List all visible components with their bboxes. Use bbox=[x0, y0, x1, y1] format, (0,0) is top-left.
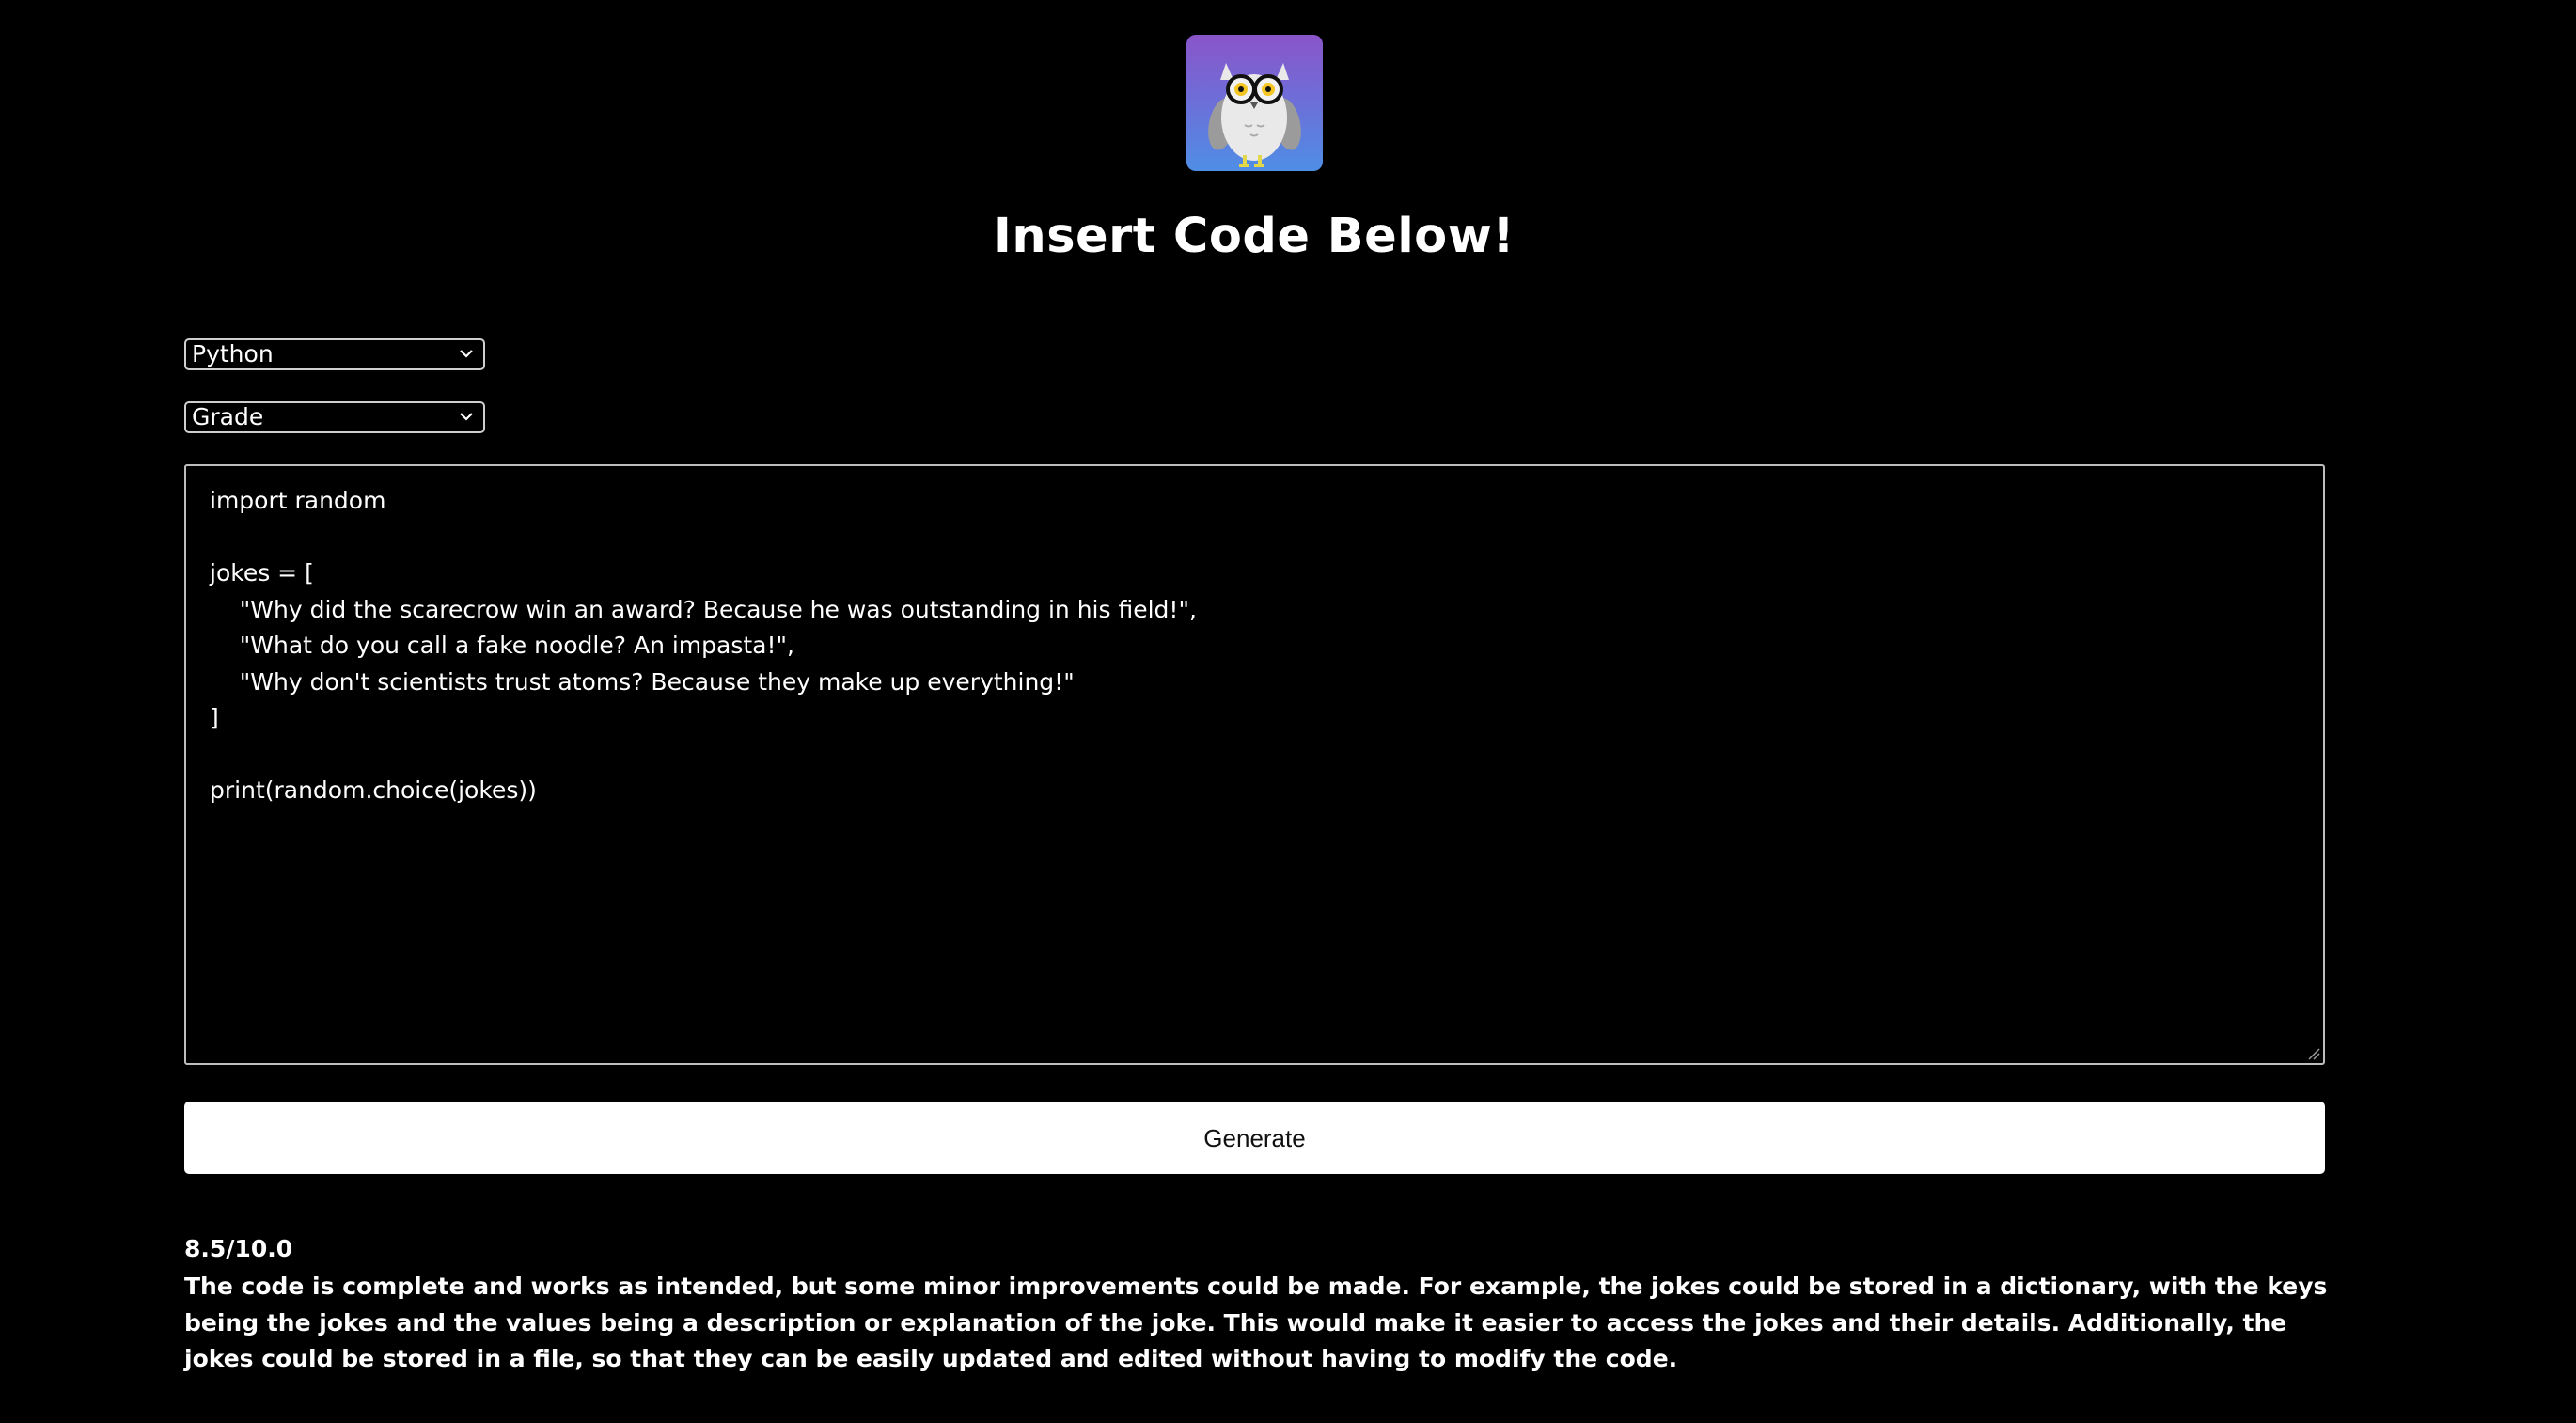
mode-select[interactable]: Grade bbox=[184, 401, 485, 433]
resize-grip-icon[interactable] bbox=[2307, 1047, 2320, 1060]
feedback-text: The code is complete and works as intend… bbox=[184, 1273, 2328, 1372]
chevron-down-icon bbox=[460, 350, 473, 358]
language-select-value: Python bbox=[192, 340, 274, 367]
chevron-down-icon bbox=[460, 413, 473, 421]
generate-button[interactable]: Generate bbox=[184, 1102, 2325, 1174]
code-content: import random jokes = [ "Why did the sca… bbox=[210, 487, 1197, 804]
language-select[interactable]: Python bbox=[184, 338, 485, 370]
page-title: Insert Code Below! bbox=[993, 209, 1516, 264]
page: Insert Code Below! Python Grade import r… bbox=[0, 0, 2576, 1423]
score-text: 8.5/10.0 bbox=[184, 1235, 293, 1262]
owl-logo-icon bbox=[1186, 35, 1323, 171]
code-textarea[interactable]: import random jokes = [ "Why did the sca… bbox=[184, 464, 2325, 1065]
mode-select-value: Grade bbox=[192, 403, 264, 430]
